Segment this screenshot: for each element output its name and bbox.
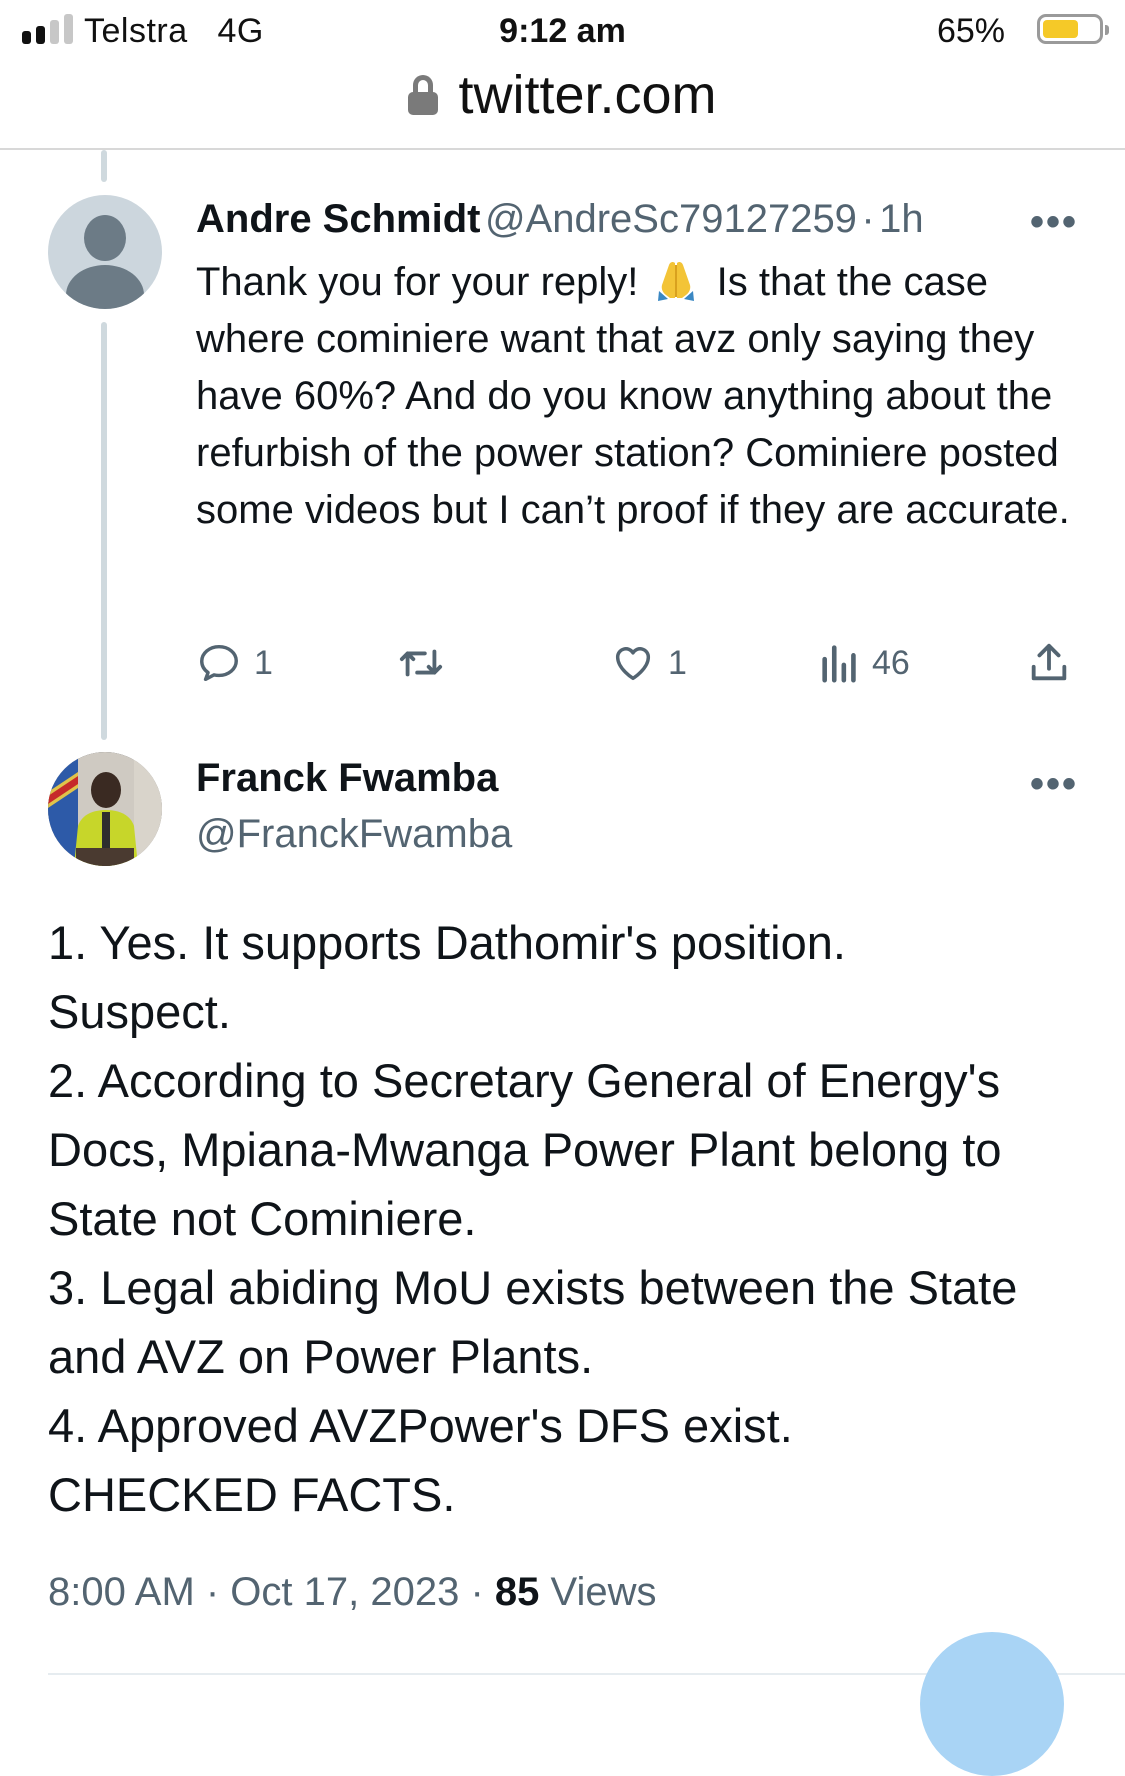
tweet-text-part1: Thank you for your reply!: [196, 260, 639, 304]
author-name[interactable]: Andre Schmidt: [196, 197, 480, 241]
default-profile-icon: [84, 215, 126, 261]
compose-button[interactable]: [920, 1632, 1064, 1776]
profile-photo: [48, 752, 162, 866]
tweet-text: Thank you for your reply! Is that the ca…: [196, 254, 1076, 539]
like-button[interactable]: 1: [610, 640, 687, 686]
tweet-line: CHECKED FACTS.: [48, 1468, 456, 1521]
battery-fill: [1043, 20, 1078, 38]
url-text: twitter.com: [458, 65, 717, 125]
author-handle[interactable]: @FranckFwamba: [196, 812, 512, 857]
reply-count: 1: [254, 643, 273, 682]
author-name[interactable]: Franck Fwamba: [196, 756, 498, 801]
thread-line-top: [101, 150, 107, 182]
tweet-metadata: 8:00 AM · Oct 17, 2023 · 85 Views: [48, 1570, 657, 1615]
tweet-header: Andre Schmidt @AndreSc79127259 · 1h: [196, 197, 924, 242]
retweet-button[interactable]: [396, 640, 458, 686]
timestamp[interactable]: 8:00 AM · Oct 17, 2023 ·: [48, 1570, 495, 1614]
analytics-icon: [822, 645, 856, 683]
retweet-icon: [399, 649, 443, 677]
share-button[interactable]: [1026, 640, 1072, 686]
reply-icon: [200, 644, 238, 682]
tweet-text: 1. Yes. It supports Dathomir's position.…: [48, 908, 1088, 1529]
avatar[interactable]: [48, 752, 162, 866]
views-count: 85: [494, 1570, 540, 1614]
more-options-icon[interactable]: •••: [1030, 762, 1078, 807]
heart-icon: [615, 647, 651, 681]
tweet-line: 1. Yes. It supports Dathomir's position.: [48, 916, 846, 969]
battery-nub: [1105, 25, 1109, 35]
thread-line: [101, 322, 107, 740]
default-profile-shoulders: [66, 265, 144, 309]
status-bar: Telstra 4G 9:12 am 65%: [0, 0, 1125, 60]
tweet-age[interactable]: 1h: [879, 197, 924, 241]
avatar[interactable]: [48, 195, 162, 309]
tweet-line: 2. According to Secretary General of Ene…: [48, 1054, 1002, 1245]
tweet-line: 4. Approved AVZPower's DFS exist.: [48, 1399, 793, 1452]
separator: ·: [861, 197, 875, 241]
url-display[interactable]: twitter.com: [0, 64, 1125, 126]
tweet-line: Suspect.: [48, 985, 231, 1038]
tweet-line: 3. Legal abiding MoU exists between the …: [48, 1261, 1018, 1383]
more-options-icon[interactable]: •••: [1030, 200, 1078, 245]
browser-url-bar[interactable]: twitter.com: [0, 60, 1125, 150]
author-handle[interactable]: @AndreSc79127259: [485, 197, 857, 241]
folded-hands-emoji: [657, 261, 694, 301]
like-count: 1: [668, 643, 687, 682]
views-button[interactable]: 46: [820, 640, 910, 686]
reply-button[interactable]: 1: [196, 640, 273, 686]
battery-percent: 65%: [936, 12, 1005, 50]
share-icon: [1031, 643, 1067, 681]
battery-icon: [1037, 14, 1109, 44]
views-count: 46: [872, 643, 910, 682]
lock-icon: [408, 75, 439, 115]
views-label: Views: [539, 1570, 657, 1614]
tweet-actions: 1 1 46: [196, 640, 1076, 690]
